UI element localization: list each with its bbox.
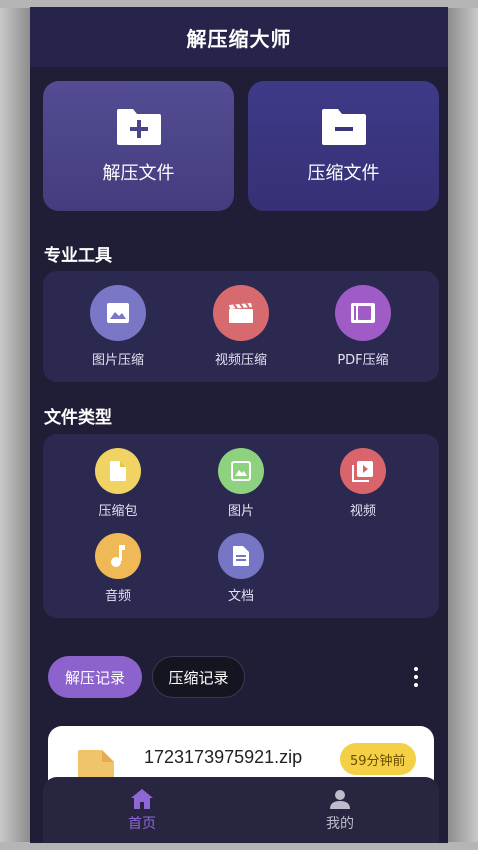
pro-tools-panel: 图片压缩 视频压缩 PDF压缩 — [43, 271, 439, 382]
type-document-label: 文档 — [227, 589, 254, 604]
tab-unzip-records[interactable]: 解压记录 — [48, 656, 142, 698]
nav-me[interactable]: 我的 — [290, 789, 390, 833]
app-header: 解压缩大师 — [30, 7, 448, 67]
type-image-label: 图片 — [227, 504, 254, 519]
device-frame-right — [448, 0, 478, 850]
main-actions: 解压文件 压缩文件 — [43, 81, 439, 211]
type-video[interactable]: 视频 — [323, 448, 403, 519]
image-icon — [231, 461, 251, 481]
device-frame-bottom — [0, 842, 478, 850]
type-image[interactable]: 图片 — [201, 448, 281, 519]
type-video-label: 视频 — [349, 504, 376, 519]
type-video-circle — [340, 448, 386, 494]
tool-pdf-compress[interactable]: PDF压缩 — [308, 285, 418, 368]
pro-tools-title: 专业工具 — [44, 246, 112, 266]
tab-zip-records[interactable]: 压缩记录 — [152, 656, 245, 698]
nav-me-label: 我的 — [326, 816, 354, 832]
image-icon — [107, 303, 129, 323]
app-screen: 解压缩大师 解压文件 压缩文件 专业工具 图片压缩 视频压缩 PDF压缩 文件类… — [30, 7, 448, 843]
folder-remove-icon — [321, 109, 366, 145]
record-file-name: 1723173975921.zip — [144, 747, 303, 767]
device-frame-left — [0, 0, 30, 850]
nav-home[interactable]: 首页 — [92, 789, 192, 833]
user-icon — [330, 790, 350, 809]
app-title: 解压缩大师 — [186, 26, 292, 51]
more-vert-dot — [414, 675, 418, 679]
type-image-circle — [218, 448, 264, 494]
tool-pdf-label: PDF压缩 — [337, 353, 389, 368]
type-archive-circle — [95, 448, 141, 494]
unzip-file-label: 解压文件 — [102, 163, 175, 184]
type-document-circle — [218, 533, 264, 579]
more-options-button[interactable] — [404, 664, 428, 690]
record-time-badge: 59分钟前 — [340, 743, 416, 775]
zip-file-button[interactable]: 压缩文件 — [248, 81, 439, 211]
type-audio[interactable]: 音频 — [78, 533, 158, 604]
more-vert-icon — [414, 667, 418, 671]
type-document[interactable]: 文档 — [201, 533, 281, 604]
records-tabs: 解压记录 压缩记录 — [48, 656, 428, 698]
folder-add-icon — [116, 109, 161, 145]
nav-home-label: 首页 — [128, 816, 156, 832]
tool-video-compress[interactable]: 视频压缩 — [186, 285, 296, 368]
file-types-title: 文件类型 — [44, 408, 112, 428]
tool-image-compress[interactable]: 图片压缩 — [63, 285, 173, 368]
tool-video-circle — [213, 285, 269, 341]
unzip-file-button[interactable]: 解压文件 — [43, 81, 234, 211]
type-audio-label: 音频 — [104, 589, 131, 604]
tool-video-label: 视频压缩 — [214, 353, 267, 368]
clapperboard-icon — [229, 303, 253, 323]
archive-file-icon — [110, 461, 126, 481]
document-icon — [233, 546, 249, 566]
home-icon — [131, 789, 153, 809]
pdf-icon — [351, 303, 375, 323]
type-archive[interactable]: 压缩包 — [78, 448, 158, 519]
music-note-icon — [111, 545, 125, 567]
bottom-nav: 首页 我的 — [43, 777, 439, 843]
tool-image-circle — [90, 285, 146, 341]
file-types-panel: 压缩包 图片 视频 音频 文档 — [43, 434, 439, 618]
type-audio-circle — [95, 533, 141, 579]
zip-file-label: 压缩文件 — [307, 163, 380, 184]
video-library-icon — [352, 461, 373, 482]
more-vert-dot — [414, 683, 418, 687]
type-archive-label: 压缩包 — [98, 504, 138, 519]
tool-image-label: 图片压缩 — [91, 353, 144, 368]
tool-pdf-circle — [335, 285, 391, 341]
